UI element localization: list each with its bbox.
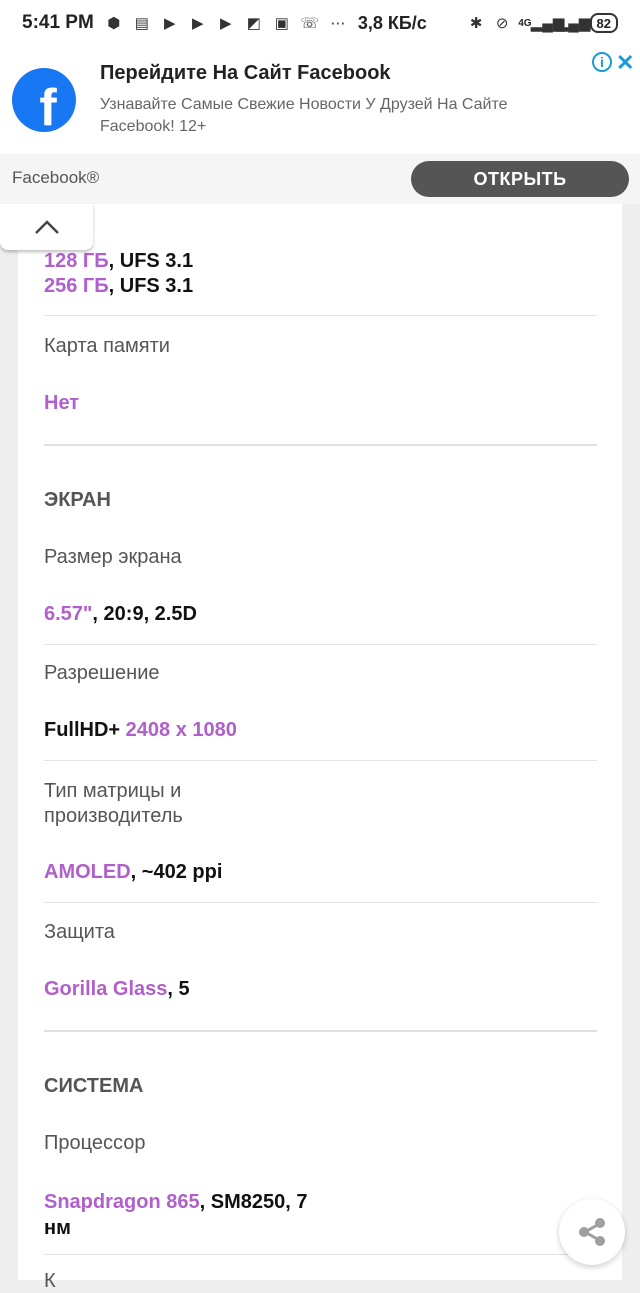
spec-card: 128 ГБ, UFS 3.1 256 ГБ, UFS 3.1 Карта па… xyxy=(18,204,622,1292)
resolution-prefix: FullHD+ xyxy=(44,719,126,741)
facebook-logo-letter: f xyxy=(39,79,57,132)
storage-option-2: 256 ГБ, UFS 3.1 xyxy=(44,275,193,298)
facebook-logo-icon[interactable]: f xyxy=(12,68,76,132)
matrix-type-link[interactable]: AMOLED xyxy=(44,861,131,883)
ad-brand: Facebook® xyxy=(12,168,100,187)
ad-description[interactable]: Узнавайте Самые Свежие Новости У Друзей … xyxy=(100,94,550,138)
screen-size-value: 6.57", 20:9, 2.5D xyxy=(44,603,197,626)
play-store-notification-icon: ▶ xyxy=(164,15,176,32)
cpu-link[interactable]: Snapdragon 865 xyxy=(44,1191,200,1213)
status-bar: 5:41 PM ⬢ ▤ ▶ ▶ ▶ ◩ ▣ ☏ ⋯ 3,8 КБ/с ✱ ⊘ 4… xyxy=(0,0,640,46)
matrix-type-label-line-1: Тип матрицы и xyxy=(44,780,182,802)
status-right: ✱ ⊘ 4G ▂▄▆ ▂▄▆ 82 xyxy=(466,13,618,33)
status-time: 5:41 PM xyxy=(22,12,94,33)
cpu-value-line-1: Snapdragon 865, SM8250, 7 xyxy=(44,1189,307,1215)
protection-label: Защита xyxy=(44,921,115,943)
play-store-notification-icon-3: ▶ xyxy=(220,15,232,32)
screen-size-link[interactable]: 6.57" xyxy=(44,603,92,625)
screen-section-heading: ЭКРАН xyxy=(44,489,111,511)
divider xyxy=(44,315,597,316)
storage-option-1: 128 ГБ, UFS 3.1 xyxy=(44,250,193,273)
next-spec-label: К xyxy=(44,1270,56,1292)
system-section-heading: СИСТЕМА xyxy=(44,1075,144,1097)
network-speed: 3,8 КБ/с xyxy=(357,12,427,33)
resolution-link[interactable]: 2408 x 1080 xyxy=(126,719,237,741)
ad-open-button[interactable]: ОТКРЫТЬ xyxy=(411,161,629,197)
play-store-notification-icon-2: ▶ xyxy=(192,15,204,32)
ad-banner[interactable]: f Перейдите На Сайт Facebook Узнавайте С… xyxy=(0,46,640,204)
collapse-ad-button[interactable] xyxy=(0,204,93,250)
cpu-value-line-2: нм xyxy=(44,1217,71,1239)
signal-icon: ▂▄▆ xyxy=(530,15,565,32)
message-notification-icon: ▤ xyxy=(134,15,149,32)
share-icon xyxy=(579,1218,605,1246)
screen-size-extra: , 20:9, 2.5D xyxy=(92,603,197,625)
section-divider xyxy=(44,444,597,446)
protection-extra: , 5 xyxy=(167,978,190,1000)
memory-card-value[interactable]: Нет xyxy=(44,392,79,415)
signal-icon-2: ▂▄▆ xyxy=(556,15,591,32)
ad-close-icon[interactable]: ✕ xyxy=(616,50,634,76)
share-button[interactable] xyxy=(559,1199,625,1265)
youtube-notification-icon: ▣ xyxy=(274,15,289,32)
resolution-label: Разрешение xyxy=(44,662,160,684)
notification-icons: ⬢ ▤ ▶ ▶ ▶ ◩ ▣ ☏ ⋯ xyxy=(104,14,348,32)
cpu-extra: , SM8250, 7 xyxy=(199,1191,308,1213)
divider xyxy=(44,1254,597,1255)
divider xyxy=(44,760,597,761)
screen-size-label: Размер экрана xyxy=(44,546,182,568)
cpu-label: Процессор xyxy=(44,1132,146,1154)
ad-title[interactable]: Перейдите На Сайт Facebook xyxy=(100,62,391,85)
chevron-up-icon xyxy=(34,220,59,234)
shield-notification-icon: ⬢ xyxy=(107,15,121,32)
storage-size-link-1[interactable]: 128 ГБ xyxy=(44,250,109,272)
more-notifications-icon: ⋯ xyxy=(330,15,346,32)
battery-icon: 82 xyxy=(589,13,618,33)
matrix-type-value: AMOLED, ~402 ppi xyxy=(44,861,222,884)
missed-call-icon: ☏ xyxy=(300,15,320,32)
storage-size-link-2[interactable]: 256 ГБ xyxy=(44,275,109,297)
ad-info-icon[interactable]: i xyxy=(592,52,612,72)
protection-link[interactable]: Gorilla Glass xyxy=(44,978,167,1000)
matrix-type-label-line-2: производитель xyxy=(44,805,183,827)
memory-card-label: Карта памяти xyxy=(44,335,170,357)
divider xyxy=(44,902,597,903)
cpu-value: Snapdragon 865, SM8250, 7 нм xyxy=(44,1189,307,1241)
protection-value: Gorilla Glass, 5 xyxy=(44,978,190,1001)
divider xyxy=(44,644,597,645)
ad-footer: Facebook® ОТКРЫТЬ xyxy=(0,154,640,204)
bluetooth-icon: ✱ xyxy=(469,15,483,32)
resolution-value: FullHD+ 2408 x 1080 xyxy=(44,719,237,742)
section-divider xyxy=(44,1030,597,1032)
app-notification-icon: ◩ xyxy=(246,15,261,32)
storage-type-2: , UFS 3.1 xyxy=(108,275,194,297)
network-type: 4G xyxy=(518,17,532,29)
matrix-type-label: Тип матрицы и производитель xyxy=(44,779,183,829)
storage-type-1: , UFS 3.1 xyxy=(108,250,194,272)
matrix-type-extra: , ~402 ppi xyxy=(130,861,223,883)
silent-alarm-icon: ⊘ xyxy=(495,15,509,32)
